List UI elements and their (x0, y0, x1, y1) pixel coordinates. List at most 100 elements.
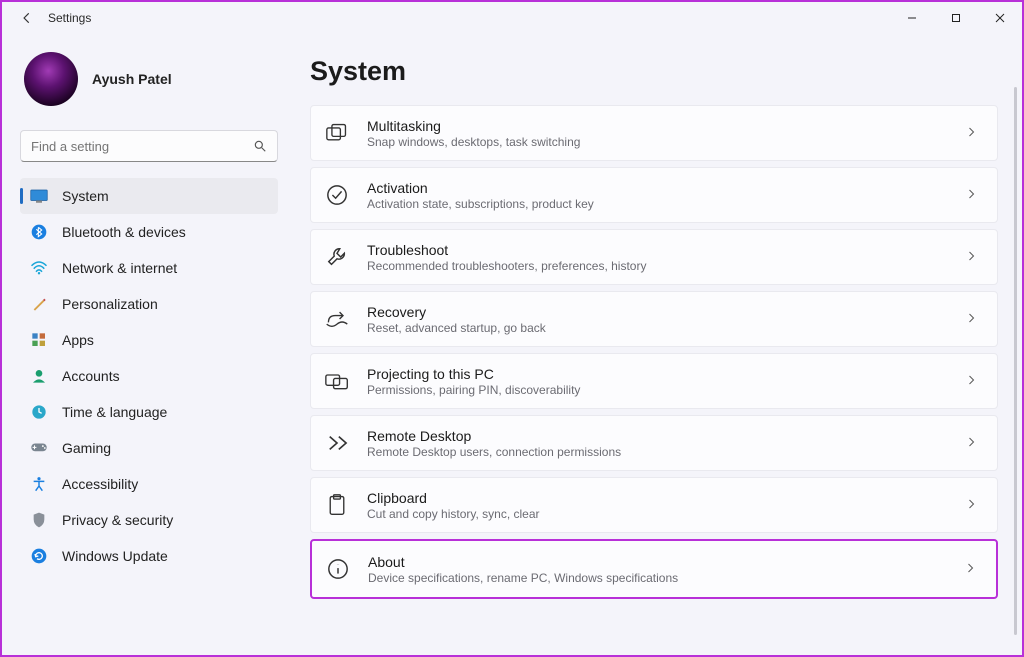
chevron-right-icon (965, 126, 979, 140)
card-title: Remote Desktop (367, 428, 947, 444)
back-button[interactable] (20, 11, 34, 25)
sidebar-item-label: System (62, 188, 109, 204)
search-icon (253, 139, 267, 153)
sidebar-item-label: Gaming (62, 440, 111, 456)
sidebar-item-label: Time & language (62, 404, 167, 420)
card-text: RecoveryReset, advanced startup, go back (367, 304, 947, 335)
window-controls (890, 3, 1022, 33)
card-title: Recovery (367, 304, 947, 320)
about-icon (326, 557, 350, 581)
sidebar-item-label: Privacy & security (62, 512, 173, 528)
chevron-right-icon (965, 312, 979, 326)
sidebar-item-time[interactable]: Time & language (20, 394, 278, 430)
profile-name: Ayush Patel (92, 71, 172, 87)
sidebar-item-accessibility[interactable]: Accessibility (20, 466, 278, 502)
chevron-right-icon (965, 250, 979, 264)
card-text: ActivationActivation state, subscription… (367, 180, 947, 211)
content: System MultitaskingSnap windows, desktop… (292, 34, 1022, 655)
sidebar: Ayush Patel System Bluetooth & devices Net… (2, 34, 292, 655)
profile[interactable]: Ayush Patel (20, 52, 278, 106)
sidebar-item-label: Apps (62, 332, 94, 348)
card-text: AboutDevice specifications, rename PC, W… (368, 554, 946, 585)
minimize-button[interactable] (890, 3, 934, 33)
chevron-right-icon (965, 498, 979, 512)
card-subtitle: Reset, advanced startup, go back (367, 321, 947, 335)
gaming-icon (30, 439, 48, 457)
activation-icon (325, 183, 349, 207)
card-multitasking[interactable]: MultitaskingSnap windows, desktops, task… (310, 105, 998, 161)
bluetooth-icon (30, 223, 48, 241)
system-icon (30, 187, 48, 205)
privacy-icon (30, 511, 48, 529)
card-troubleshoot[interactable]: TroubleshootRecommended troubleshooters,… (310, 229, 998, 285)
card-subtitle: Device specifications, rename PC, Window… (368, 571, 946, 585)
card-about[interactable]: AboutDevice specifications, rename PC, W… (310, 539, 998, 599)
card-title: Activation (367, 180, 947, 196)
card-text: TroubleshootRecommended troubleshooters,… (367, 242, 947, 273)
sidebar-item-gaming[interactable]: Gaming (20, 430, 278, 466)
card-clipboard[interactable]: ClipboardCut and copy history, sync, cle… (310, 477, 998, 533)
sidebar-item-label: Accounts (62, 368, 120, 384)
sidebar-item-update[interactable]: Windows Update (20, 538, 278, 574)
close-button[interactable] (978, 3, 1022, 33)
card-text: Projecting to this PCPermissions, pairin… (367, 366, 947, 397)
projecting-icon (325, 369, 349, 393)
accessibility-icon (30, 475, 48, 493)
time-icon (30, 403, 48, 421)
sidebar-item-accounts[interactable]: Accounts (20, 358, 278, 394)
sidebar-item-label: Personalization (62, 296, 158, 312)
settings-cards: MultitaskingSnap windows, desktops, task… (310, 105, 998, 599)
chevron-right-icon (965, 436, 979, 450)
chevron-right-icon (965, 188, 979, 202)
sidebar-item-system[interactable]: System (20, 178, 278, 214)
sidebar-item-label: Windows Update (62, 548, 168, 564)
card-subtitle: Permissions, pairing PIN, discoverabilit… (367, 383, 947, 397)
card-title: Troubleshoot (367, 242, 947, 258)
card-subtitle: Cut and copy history, sync, clear (367, 507, 947, 521)
avatar (24, 52, 78, 106)
card-title: Projecting to this PC (367, 366, 947, 382)
sidebar-item-personalization[interactable]: Personalization (20, 286, 278, 322)
accounts-icon (30, 367, 48, 385)
personalization-icon (30, 295, 48, 313)
card-text: ClipboardCut and copy history, sync, cle… (367, 490, 947, 521)
page-title: System (310, 56, 998, 87)
card-subtitle: Remote Desktop users, connection permiss… (367, 445, 947, 459)
chevron-right-icon (964, 562, 978, 576)
recovery-icon (325, 307, 349, 331)
titlebar: Settings (2, 2, 1022, 34)
clipboard-icon (325, 493, 349, 517)
sidebar-item-label: Accessibility (62, 476, 138, 492)
card-remote[interactable]: Remote DesktopRemote Desktop users, conn… (310, 415, 998, 471)
card-activation[interactable]: ActivationActivation state, subscription… (310, 167, 998, 223)
troubleshoot-icon (325, 245, 349, 269)
card-title: Multitasking (367, 118, 947, 134)
scrollbar[interactable] (1014, 87, 1017, 635)
update-icon (30, 547, 48, 565)
nav: System Bluetooth & devices Network & inter… (20, 178, 278, 574)
sidebar-item-bluetooth[interactable]: Bluetooth & devices (20, 214, 278, 250)
card-subtitle: Snap windows, desktops, task switching (367, 135, 947, 149)
card-projecting[interactable]: Projecting to this PCPermissions, pairin… (310, 353, 998, 409)
card-text: MultitaskingSnap windows, desktops, task… (367, 118, 947, 149)
chevron-right-icon (965, 374, 979, 388)
card-subtitle: Activation state, subscriptions, product… (367, 197, 947, 211)
card-title: Clipboard (367, 490, 947, 506)
sidebar-item-apps[interactable]: Apps (20, 322, 278, 358)
card-subtitle: Recommended troubleshooters, preferences… (367, 259, 947, 273)
sidebar-item-privacy[interactable]: Privacy & security (20, 502, 278, 538)
sidebar-item-label: Network & internet (62, 260, 177, 276)
card-recovery[interactable]: RecoveryReset, advanced startup, go back (310, 291, 998, 347)
multitasking-icon (325, 121, 349, 145)
maximize-button[interactable] (934, 3, 978, 33)
apps-icon (30, 331, 48, 349)
search-box[interactable] (20, 130, 278, 162)
remote-icon (325, 431, 349, 455)
sidebar-item-network[interactable]: Network & internet (20, 250, 278, 286)
sidebar-item-label: Bluetooth & devices (62, 224, 186, 240)
card-text: Remote DesktopRemote Desktop users, conn… (367, 428, 947, 459)
network-icon (30, 259, 48, 277)
card-title: About (368, 554, 946, 570)
window-title: Settings (48, 11, 91, 25)
search-input[interactable] (31, 139, 253, 154)
